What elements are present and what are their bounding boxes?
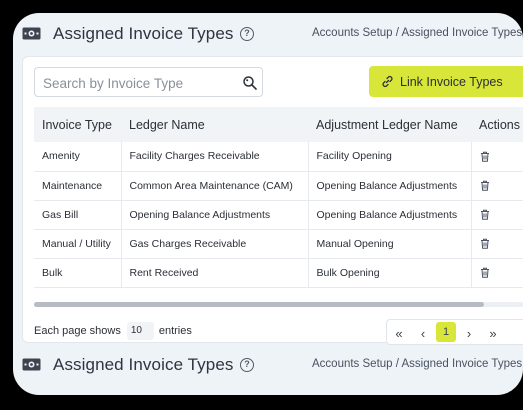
pagination: « ‹ 1 › » [386,319,523,345]
table-header-row: Invoice Type Ledger Name Adjustment Ledg… [34,107,523,142]
column-header-actions: Actions [479,117,520,132]
trash-icon[interactable] [480,238,490,250]
cell-adjustment-ledger: Opening Balance Adjustments [307,171,471,200]
cell-invoice-type: Maintenance [42,179,103,192]
cell-ledger-name: Common Area Maintenance (CAM) [120,171,308,200]
search-icon[interactable] [242,75,258,91]
column-header-adjustment-ledger[interactable]: Adjustment Ledger Name [308,107,471,142]
page-title: Assigned Invoice Types [53,355,234,374]
invoice-types-table: Invoice Type Ledger Name Adjustment Ledg… [34,107,523,297]
cell-ledger-name: Rent Received [120,258,308,287]
next-page-button[interactable]: › [457,320,481,344]
app-frame: Assigned Invoice Types ? Accounts Setup … [13,13,523,395]
table-row: Bulk Rent Received Bulk Opening [34,258,523,287]
cell-adjustment-ledger: Facility Opening [307,142,471,171]
page-size-prefix: Each page shows [34,325,121,337]
cell-invoice-type: Gas Bill [42,208,79,221]
cell-actions [470,200,523,229]
cell-actions [470,229,523,258]
cell-adjustment-ledger: Bulk Opening [307,258,471,287]
page-size-suffix: entries [158,325,192,337]
table-row: Maintenance Common Area Maintenance (CAM… [34,171,523,200]
page-header: Assigned Invoice Types ? Accounts Setup … [13,14,523,54]
breadcrumb[interactable]: Accounts Setup / Assigned Invoice Types [312,358,522,370]
column-header-invoice-type[interactable]: Invoice Type [34,107,121,142]
link-button-label: Link Invoice Types [400,74,503,89]
first-page-button[interactable]: « [387,320,411,344]
page-header-repeat: Assigned Invoice Types ? Accounts Setup … [13,345,523,385]
cell-ledger-name: Opening Balance Adjustments [120,200,308,229]
breadcrumb[interactable]: Accounts Setup / Assigned Invoice Types [312,27,522,39]
cell-ledger-name: Gas Charges Receivable [120,229,308,258]
help-icon[interactable]: ? [240,27,254,41]
page-number-current[interactable]: 1 [436,322,456,342]
cash-icon [22,358,41,371]
page-size-control: Each page shows 10 entries [34,322,192,340]
table-row: Amenity Facility Charges Receivable Faci… [34,142,523,171]
cell-invoice-type: Manual / Utility [42,237,111,250]
cell-invoice-type: Bulk [42,266,63,279]
help-icon[interactable]: ? [240,358,254,372]
cell-actions [470,258,523,287]
column-header-ledger-name[interactable]: Ledger Name [121,107,308,142]
cell-adjustment-ledger: Manual Opening [307,229,471,258]
cash-icon [22,27,41,40]
link-icon [382,76,393,87]
cell-adjustment-ledger: Opening Balance Adjustments [307,200,471,229]
trash-icon[interactable] [480,151,490,162]
search-input[interactable] [43,73,233,93]
horizontal-scrollbar[interactable] [34,302,523,307]
page-title: Assigned Invoice Types [53,24,234,43]
cell-actions [470,171,523,200]
table-row: Manual / Utility Gas Charges Receivable … [34,229,523,258]
cell-invoice-type: Amenity [42,150,80,163]
table-row: Gas Bill Opening Balance Adjustments Ope… [34,200,523,229]
invoice-types-card: Link Invoice Types Invoice Type Ledger N… [22,56,523,345]
cell-actions [470,142,523,171]
trash-icon[interactable] [480,209,490,221]
prev-page-button[interactable]: ‹ [411,320,435,344]
trash-icon[interactable] [480,180,490,192]
link-invoice-types-button[interactable]: Link Invoice Types [369,66,523,97]
trash-icon[interactable] [480,267,490,279]
page-size-input[interactable]: 10 [126,322,154,340]
search-box[interactable] [34,67,263,97]
cell-ledger-name: Facility Charges Receivable [120,142,308,171]
scrollbar-thumb[interactable] [34,302,484,307]
last-page-button[interactable]: » [481,320,505,344]
